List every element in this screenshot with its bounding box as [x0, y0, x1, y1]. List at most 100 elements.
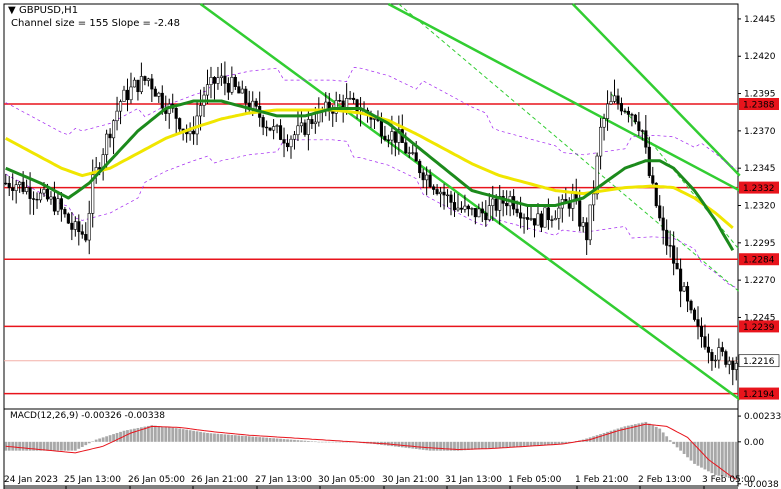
price-tick-label: 1.2270: [744, 276, 776, 286]
macd-bar: [331, 441, 335, 443]
bear-candle: [80, 231, 84, 235]
current-price-label: 1.2216: [743, 357, 775, 367]
macd-bar: [223, 434, 227, 442]
macd-bar: [696, 441, 700, 466]
bull-candle: [306, 119, 310, 135]
macd-bar: [84, 441, 88, 446]
macd-bar: [63, 441, 67, 451]
bear-candle: [285, 142, 290, 148]
macd-bar: [91, 441, 95, 442]
macd-bar: [174, 428, 178, 442]
bear-candle: [268, 127, 272, 131]
macd-bar: [682, 441, 686, 454]
bear-candle: [435, 189, 439, 195]
bear-candle: [494, 198, 498, 211]
macd-bar: [126, 430, 129, 442]
macd-bar: [306, 440, 310, 442]
macd-bar: [171, 427, 175, 442]
macd-bar: [599, 434, 602, 442]
time-tick-label: 30 Jan 05:00: [318, 475, 375, 485]
bear-candle: [66, 213, 70, 224]
bear-candle: [178, 118, 182, 130]
macd-bar: [226, 434, 230, 442]
bear-candle: [665, 229, 669, 246]
bear-candle: [393, 131, 397, 143]
macd-bar: [338, 441, 342, 443]
macd-bar: [157, 426, 161, 442]
macd-bar: [268, 437, 272, 442]
bull-candle: [463, 205, 467, 210]
macd-bar: [508, 441, 512, 448]
symbol-marker-icon: ▼: [8, 5, 16, 16]
bull-candle: [557, 207, 561, 219]
macd-bar: [49, 441, 53, 451]
time-tick-label: 30 Jan 21:00: [382, 475, 439, 485]
bull-candle: [209, 77, 213, 85]
bear-candle: [619, 103, 624, 112]
bull-candle: [588, 204, 592, 241]
macd-bar: [14, 441, 18, 451]
macd-bar: [324, 441, 328, 443]
macd-bar: [279, 438, 282, 442]
macd-bar: [98, 438, 102, 442]
macd-bar: [710, 441, 714, 474]
macd-bar: [327, 441, 331, 443]
bull-candle: [581, 222, 585, 227]
macd-bar: [512, 441, 516, 448]
macd-bar: [658, 428, 662, 442]
bull-candle: [146, 78, 150, 81]
bear-candle: [4, 182, 8, 185]
bull-candle: [139, 76, 143, 93]
bear-candle: [421, 172, 425, 181]
macd-bar: [407, 441, 411, 449]
macd-bar: [28, 441, 32, 451]
bear-candle: [724, 351, 728, 365]
level-badge-label: 1.2194: [743, 390, 775, 400]
bull-candle: [299, 122, 303, 127]
bear-candle: [585, 222, 589, 241]
bull-candle: [717, 347, 721, 361]
bear-candle: [696, 319, 700, 327]
bear-candle: [525, 217, 530, 220]
bear-candle: [550, 219, 554, 221]
channel-info: Channel size = 155 Slope = -2.48: [11, 18, 180, 29]
macd-bar: [526, 441, 529, 447]
bear-candle: [459, 207, 463, 210]
bear-candle: [11, 187, 15, 191]
price-tick-label: 1.2320: [744, 202, 776, 212]
bear-candle: [699, 325, 704, 337]
bear-candle: [505, 203, 509, 207]
macd-bar: [411, 441, 415, 449]
bear-candle: [442, 191, 446, 196]
level-badge-label: 1.2239: [743, 323, 775, 333]
bear-candle: [706, 346, 710, 353]
bear-candle: [341, 100, 345, 108]
bull-candle: [115, 110, 119, 122]
bear-candle: [449, 194, 453, 203]
macd-bar: [679, 441, 682, 451]
price-chart[interactable]: 0.002330.00-0.0038 1.23881.23321.22841.2…: [0, 0, 781, 489]
bear-candle: [84, 234, 88, 241]
bear-candle: [303, 122, 307, 135]
level-badge-label: 1.2284: [743, 256, 775, 266]
macd-bar: [265, 437, 269, 442]
macd-bar: [133, 428, 136, 442]
bull-candle: [56, 198, 60, 212]
macd-bar: [195, 431, 199, 442]
bear-candle: [480, 208, 484, 214]
bear-candle: [59, 198, 63, 210]
bear-candle: [386, 139, 390, 141]
bull-candle: [543, 207, 547, 228]
bear-candle: [254, 100, 258, 107]
bull-candle: [272, 126, 276, 131]
bear-candle: [432, 186, 436, 190]
macd-tick-label: 0.00: [744, 438, 764, 448]
price-tick-label: 1.2420: [744, 52, 776, 62]
macd-bar: [237, 435, 241, 442]
bull-candle: [18, 181, 22, 186]
bear-candle: [223, 75, 227, 84]
macd-bar: [494, 441, 498, 449]
bear-candle: [35, 198, 39, 201]
macd-bar: [477, 441, 481, 450]
bear-candle: [661, 217, 665, 231]
